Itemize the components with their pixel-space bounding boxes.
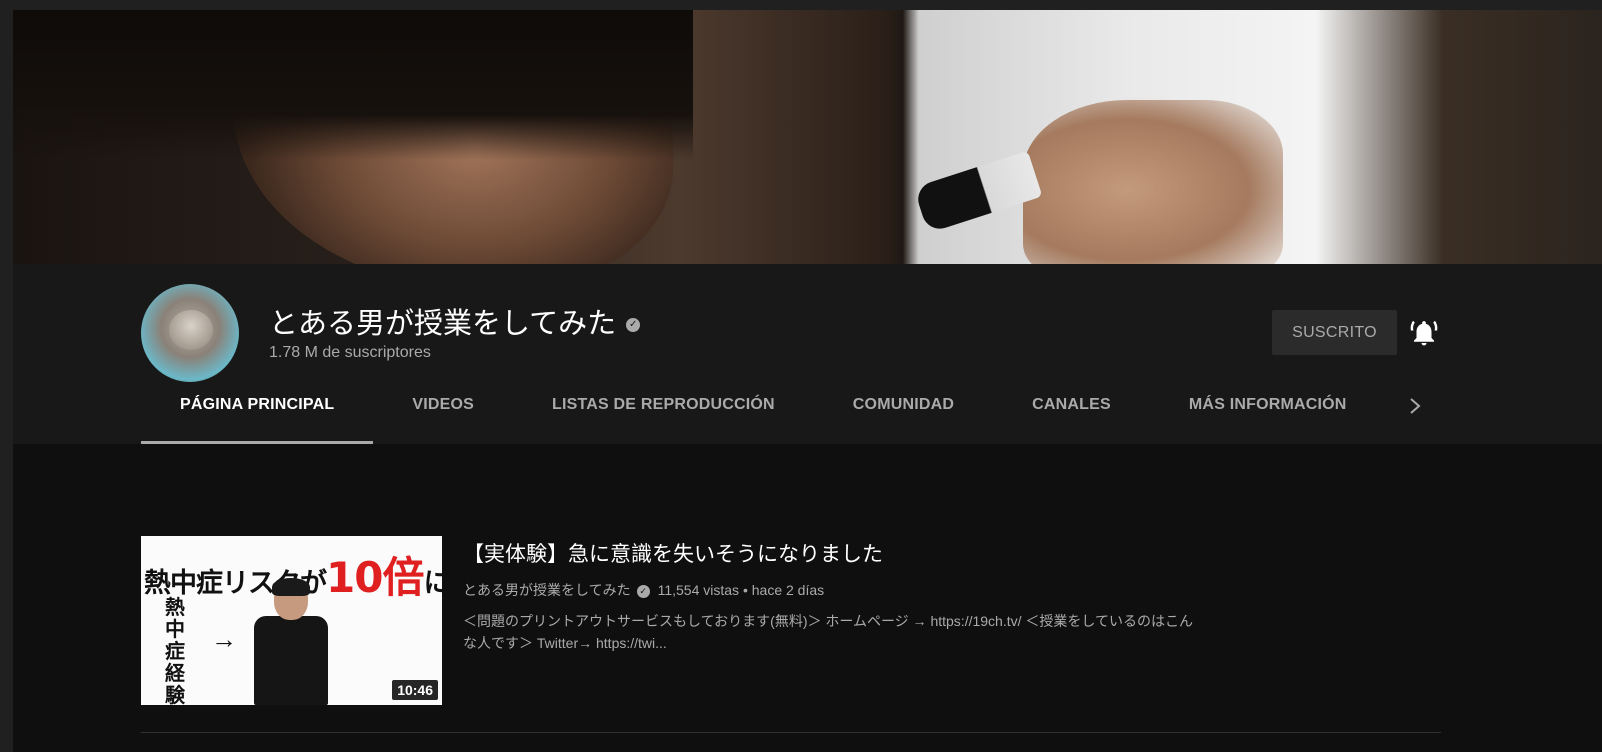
chevron-right-icon[interactable] <box>1406 396 1424 416</box>
banner-hair-shape <box>13 10 693 160</box>
subscriber-count: 1.78 M de suscriptores <box>269 344 431 361</box>
subscribed-button[interactable]: SUSCRITO <box>1272 310 1397 355</box>
channel-header: とある男が授業をしてみた ✓ 1.78 M de suscriptores SUS… <box>13 264 1602 444</box>
channel-banner <box>13 10 1602 264</box>
meta-separator: • <box>742 582 748 598</box>
thumbnail-person <box>246 578 336 705</box>
channel-tabs: PÁGINA PRINCIPAL VIDEOS LISTAS DE REPROD… <box>141 384 1386 444</box>
bell-ringing-icon[interactable] <box>1409 318 1439 348</box>
section-divider <box>141 732 1441 733</box>
banner-hand-shape <box>1023 100 1283 264</box>
channel-name: とある男が授業をしてみた <box>269 306 617 340</box>
video-description: ＜問題のプリントアウトサービスもしております(無料)＞ ホームページ → htt… <box>463 613 1193 651</box>
video-views: 11,554 vistas <box>657 582 740 598</box>
video-meta: とある男が授業をしてみた ✓ 11,554 vistas • hace 2 días <box>463 580 824 600</box>
tab-channels[interactable]: CANALES <box>993 384 1150 444</box>
channel-page: とある男が授業をしてみた ✓ 1.78 M de suscriptores SUS… <box>13 10 1602 752</box>
video-title[interactable]: 【実体験】急に意識を失いそうになりました <box>463 538 883 568</box>
channel-avatar[interactable] <box>141 284 239 382</box>
video-thumbnail[interactable]: 熱中症リスクが10倍に 熱中症経験者 → 10:46 <box>141 536 442 705</box>
tab-playlists[interactable]: LISTAS DE REPRODUCCIÓN <box>513 384 814 444</box>
tab-about[interactable]: MÁS INFORMACIÓN <box>1150 384 1386 444</box>
video-age: hace 2 días <box>751 582 825 598</box>
featured-video: 熱中症リスクが10倍に 熱中症経験者 → 10:46 【実体験】急に意識を失いそ… <box>141 536 1441 706</box>
tab-videos[interactable]: VIDEOS <box>373 384 513 444</box>
thumbnail-highlight: 10倍 <box>326 553 424 602</box>
video-channel-name[interactable]: とある男が授業をしてみた <box>463 582 631 598</box>
thumbnail-arrow: → <box>211 624 237 654</box>
channel-name-row: とある男が授業をしてみた ✓ <box>269 300 641 342</box>
video-duration: 10:46 <box>392 680 438 700</box>
tab-community[interactable]: COMUNIDAD <box>814 384 993 444</box>
verified-check-icon: ✓ <box>626 318 641 332</box>
thumbnail-vertical-text: 熱中症経験者 <box>165 595 185 705</box>
verified-check-icon: ✓ <box>636 584 650 598</box>
tab-home[interactable]: PÁGINA PRINCIPAL <box>141 384 374 444</box>
